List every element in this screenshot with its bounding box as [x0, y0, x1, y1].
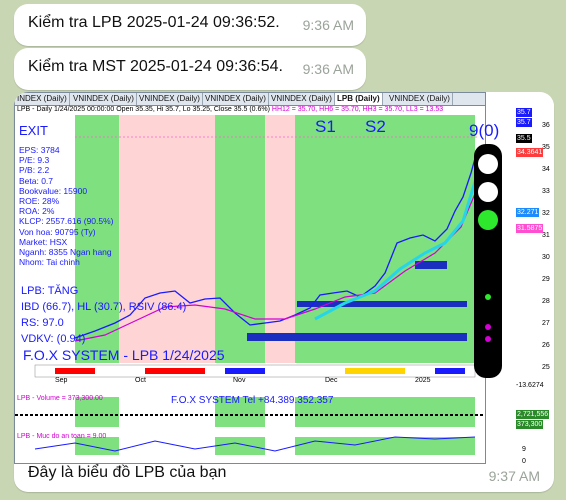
price-tick: 32 [542, 210, 550, 217]
s2-label: S2 [365, 117, 386, 136]
green-zone [215, 437, 265, 455]
message-bubble-2: Kiểm tra MST 2025-01-24 09:36:54. 9:36 A… [14, 48, 366, 90]
price-tick: 36 [542, 122, 550, 129]
vdkv-line: VDKV: (0.94) [21, 333, 86, 345]
message-bubble-1: Kiểm tra LPB 2025-01-24 09:36:52. 9:36 A… [14, 4, 366, 46]
price-tick: 30 [542, 254, 550, 261]
x-label: Oct [135, 377, 146, 384]
safety-tick: 0 [522, 458, 526, 465]
volume-tag: 373,300 [516, 420, 544, 429]
green-zone [295, 437, 475, 455]
price-tag: 35.7 [516, 118, 532, 127]
x-label: Sep [55, 377, 68, 384]
rs-line: RS: 97.0 [21, 317, 64, 329]
traffic-light [474, 144, 502, 378]
dot-green [485, 294, 491, 300]
price-tick: 34 [542, 166, 550, 173]
price-tick: 29 [542, 276, 550, 283]
stat-item: Nhom: Tai chinh [19, 257, 80, 268]
stat-item: ROE: 28% [19, 196, 60, 207]
indicator-yellow [345, 368, 405, 374]
stock-chart-image[interactable]: INDEX (Daily) VNINDEX (Daily) VNINDEX (D… [14, 92, 499, 464]
pink-zone [119, 115, 215, 363]
message-time: 9:36 AM [302, 17, 354, 33]
ibd-line: IBD (66.7), HL (30.7), RSIV (86.4) [21, 301, 187, 313]
price-tag: 34.3641 [516, 148, 544, 157]
price-tag: 31.5875 [516, 224, 544, 233]
indicator-blue [435, 368, 465, 374]
mid-value: -13.6274 [516, 382, 544, 389]
pink-zone [265, 115, 295, 363]
stat-item: ROA: 2% [19, 206, 55, 217]
message-time: 9:37 AM [488, 468, 540, 484]
price-tick: 31 [542, 232, 550, 239]
message-text: Kiểm tra MST 2025-01-24 09:36:54. [28, 58, 283, 75]
exit-label: EXIT [19, 123, 48, 138]
price-tick: 33 [542, 188, 550, 195]
light-middle [478, 182, 498, 202]
trend-status: LPB: TĂNG [21, 285, 79, 297]
stat-item: P/E: 9.3 [19, 155, 50, 166]
chart-caption: Đây là biểu đồ LPB của bạn [28, 464, 227, 481]
stat-item: Bookvalue: 15900 [19, 185, 88, 196]
stat-item: Beta: 0.7 [19, 175, 54, 186]
volume-title: F.O.X SYSTEM Tel +84.389.352.357 [171, 395, 334, 406]
system-title: F.O.X SYSTEM - LPB 1/24/2025 [23, 347, 225, 363]
x-label: 2025 [415, 377, 431, 384]
stat-item: Nganh: 8355 Ngan hang [19, 247, 112, 258]
stat-item: Market: HSX [19, 236, 68, 247]
price-tick: 28 [542, 298, 550, 305]
safety-tick: 9 [522, 446, 526, 453]
x-label: Nov [233, 377, 246, 384]
price-tick: 25 [542, 364, 550, 371]
price-tick: 27 [542, 320, 550, 327]
stat-item: KLCP: 2557.616 (90.5%) [19, 216, 114, 227]
indicator-red [145, 368, 205, 374]
price-tick: 26 [542, 342, 550, 349]
price-tag: 35.7 [516, 108, 532, 117]
dot-magenta [485, 336, 491, 342]
light-top [478, 154, 498, 174]
dot-magenta [485, 324, 491, 330]
indicator-red [55, 368, 95, 374]
price-tag: 35.5 [516, 134, 532, 143]
indicator-blue [225, 368, 265, 374]
stat-item: Von hoa: 90795 (Ty) [19, 226, 96, 237]
chart-message-bubble[interactable]: INDEX (Daily) VNINDEX (Daily) VNINDEX (D… [14, 92, 554, 492]
volume-tag: 2,721,556 [516, 410, 550, 419]
light-green [478, 210, 498, 230]
green-zone [215, 115, 265, 363]
volume-label: LPB - Volume = 373,300.00 [17, 395, 103, 402]
message-time: 9:36 AM [302, 61, 354, 77]
message-text: Kiểm tra LPB 2025-01-24 09:36:52. [28, 14, 280, 31]
stock-stats: EPS: 3784 P/E: 9.3 P/B: 2.2 Beta: 0.7 Bo… [19, 145, 114, 267]
safety-label: LPB - Muc do an toan = 9.00 [17, 433, 107, 440]
price-tag: 32.271 [516, 208, 540, 217]
signal-count-label: 9(0) [469, 121, 500, 140]
x-label: Dec [325, 377, 338, 384]
price-axis: 36 35 34 33 32 31 30 29 28 27 26 25 35.7… [516, 104, 554, 465]
s1-label: S1 [315, 117, 336, 136]
stat-item: P/B: 2.2 [19, 165, 50, 176]
stat-item: EPS: 3784 [19, 145, 60, 155]
support-bar [247, 333, 467, 341]
